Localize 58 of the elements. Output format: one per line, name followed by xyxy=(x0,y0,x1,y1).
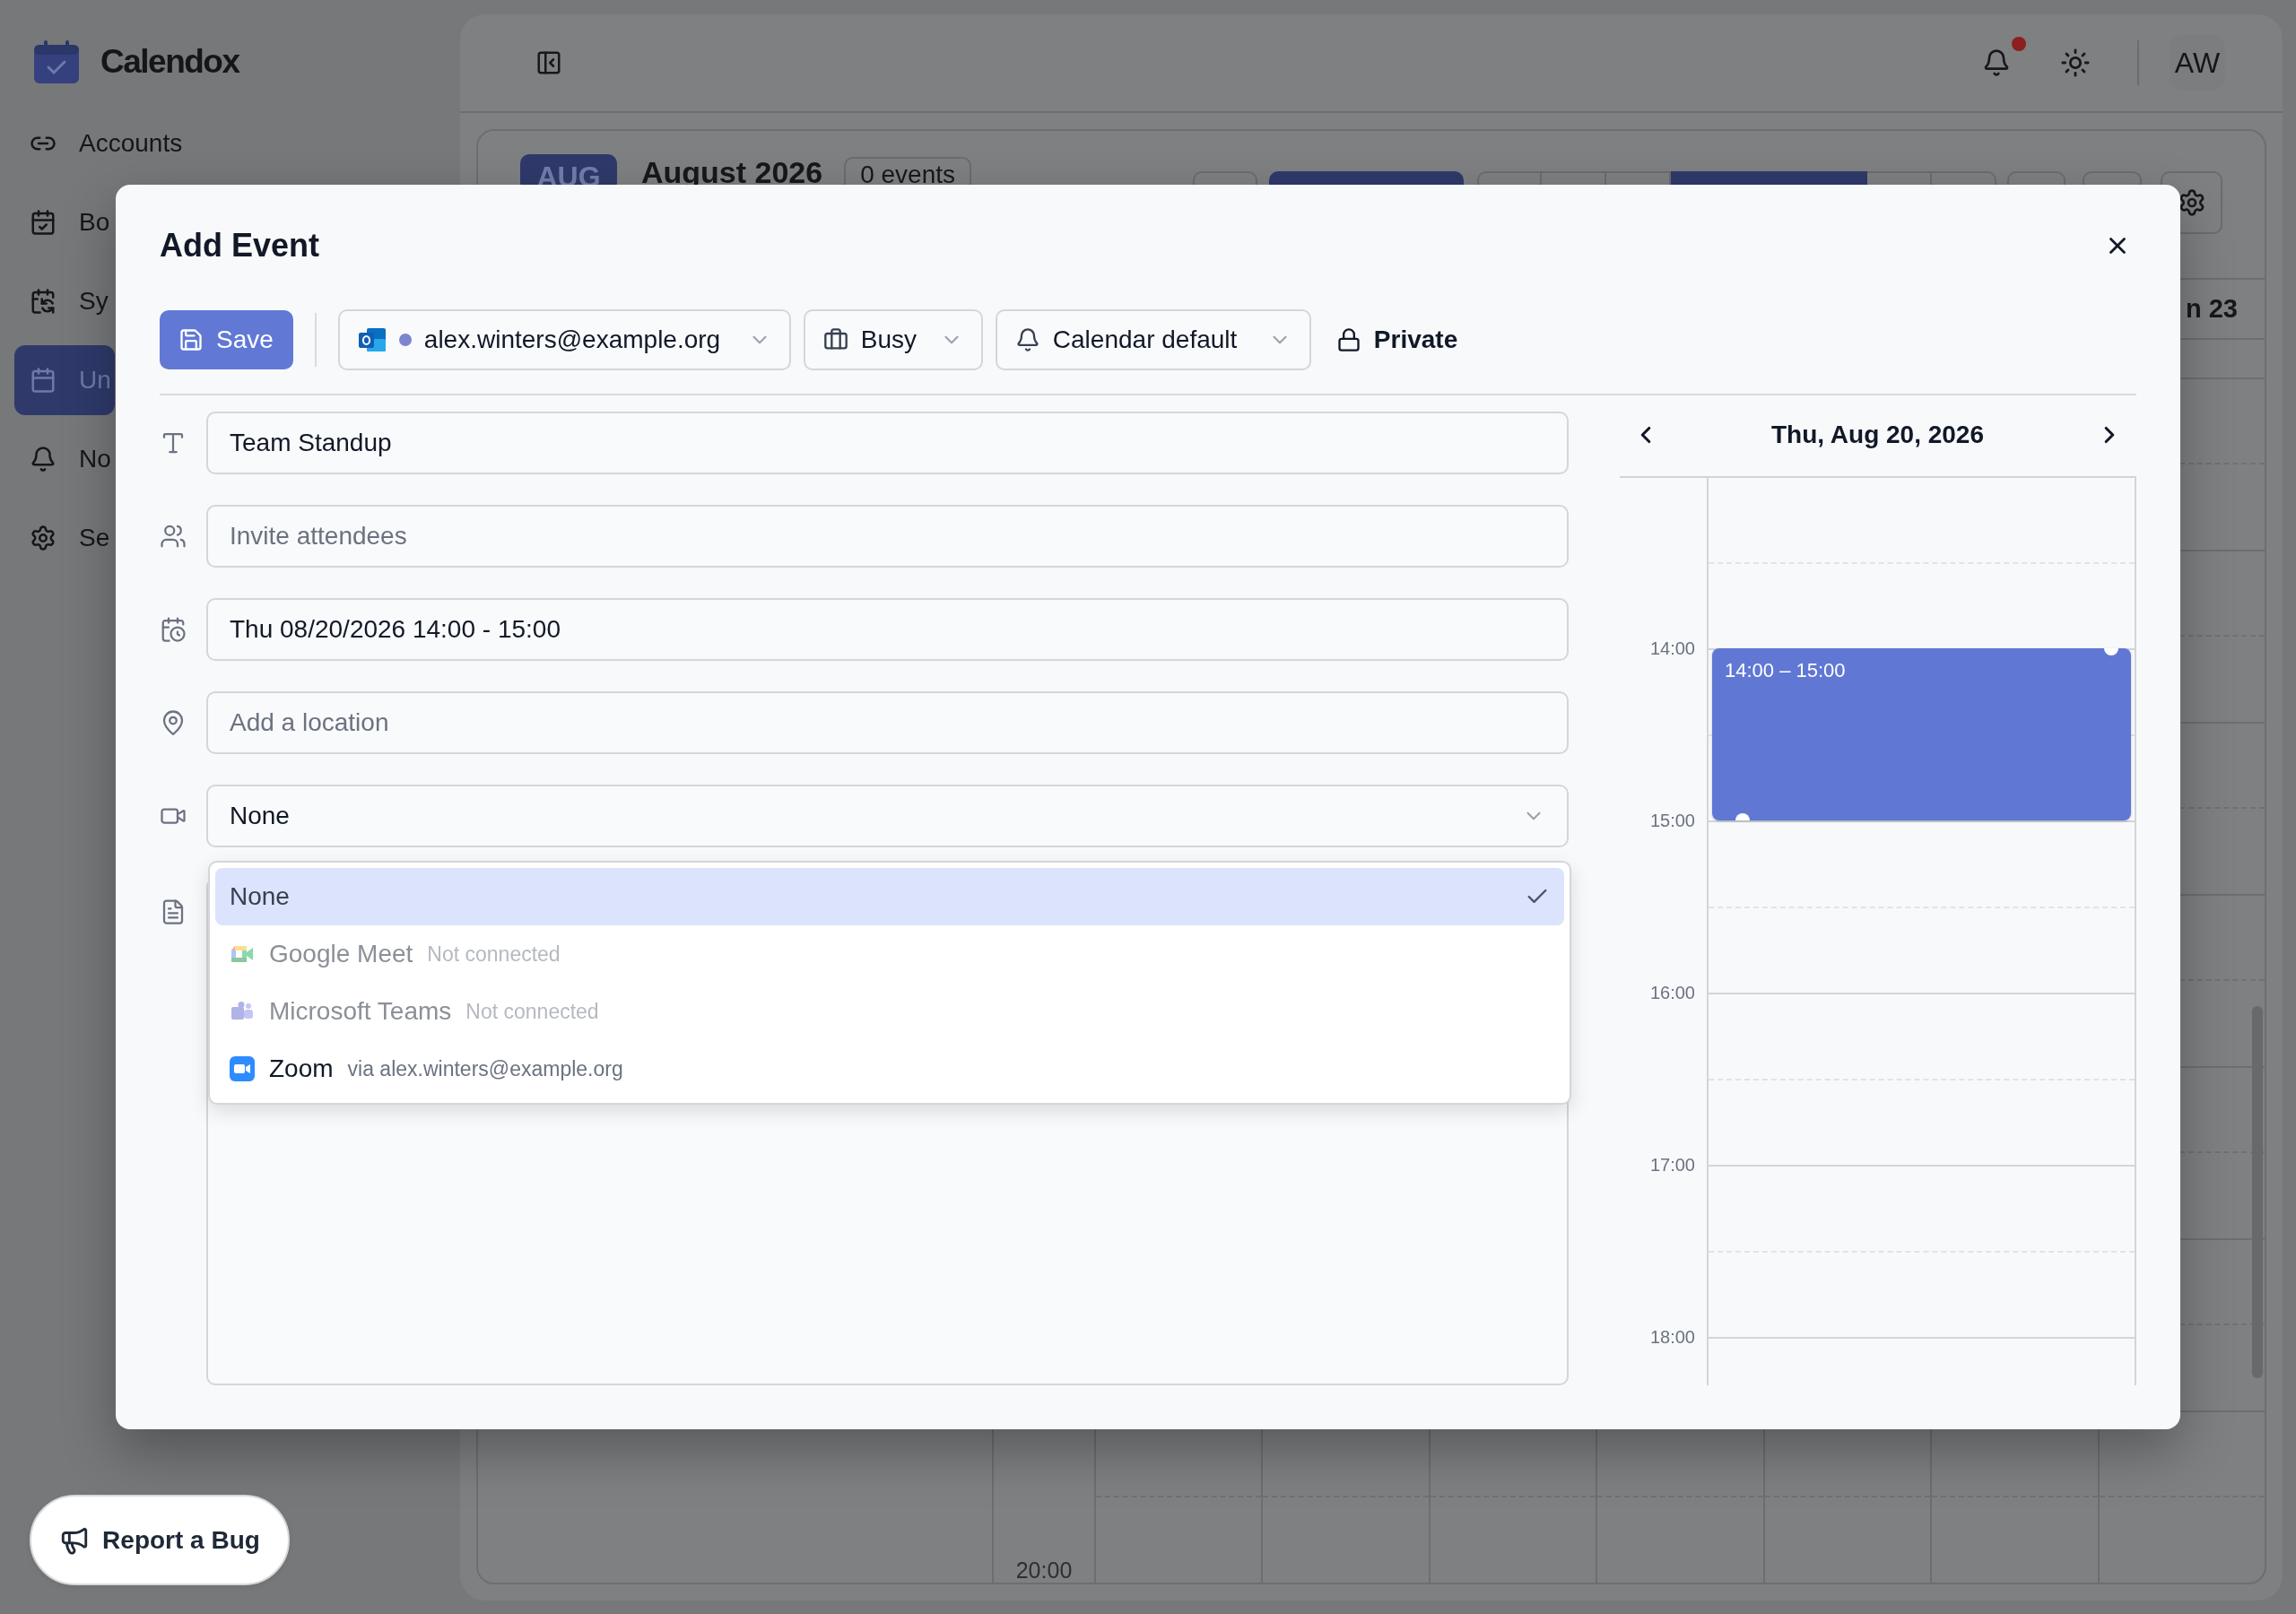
menu-option[interactable]: Zoom via alex.winters@example.org xyxy=(215,1040,1564,1098)
sidebar-item[interactable]: No xyxy=(14,424,115,494)
event-block[interactable]: 14:00 – 15:00 xyxy=(1712,648,2131,820)
reminder-select[interactable]: Calendar default xyxy=(995,309,1311,370)
menu-option[interactable]: None xyxy=(215,868,1564,925)
mail-app-icon xyxy=(357,326,387,353)
video-camera-icon xyxy=(230,1056,255,1081)
time-label: 14:00 xyxy=(1649,638,1695,659)
time-label: 15:00 xyxy=(1649,810,1695,831)
save-button[interactable]: Save xyxy=(160,310,293,369)
calendar-check-icon xyxy=(30,209,57,236)
sidebar-item[interactable]: Se xyxy=(14,503,114,573)
save-icon xyxy=(178,327,204,352)
calendar-clock-icon xyxy=(160,616,187,643)
private-toggle[interactable]: Private xyxy=(1335,325,1458,354)
app-name: Calendox xyxy=(100,43,239,81)
date-time-field[interactable]: Thu 08/20/2026 14:00 - 15:00 xyxy=(206,598,1569,661)
option-note: Not connected xyxy=(427,941,561,967)
avatar[interactable]: AW xyxy=(2170,35,2225,91)
sidebar-item[interactable]: Bo xyxy=(14,187,114,257)
time-label: 17:00 xyxy=(1649,1154,1695,1176)
availability-select[interactable]: Busy xyxy=(803,309,983,370)
resize-handle-icon[interactable] xyxy=(1735,813,1750,820)
option-note: Not connected xyxy=(465,999,599,1024)
attendees-field[interactable]: Invite attendees xyxy=(206,505,1569,568)
conference-select[interactable]: None xyxy=(206,785,1569,847)
month-title: August 2026 xyxy=(641,154,823,190)
bell-icon[interactable] xyxy=(1982,48,2011,77)
calendar-icon xyxy=(30,367,57,394)
toolbar-button[interactable] xyxy=(1671,171,1867,185)
panel-left-icon[interactable] xyxy=(535,49,562,76)
lock-icon xyxy=(1335,327,1361,352)
day-title: Thu, Aug 20, 2026 xyxy=(1771,421,1984,449)
report-bug-button[interactable]: Report a Bug xyxy=(30,1495,290,1585)
sidebar-item[interactable]: Sy xyxy=(14,266,112,336)
time-label: 18:00 xyxy=(1649,1326,1695,1348)
calendar-sync-icon xyxy=(30,288,57,315)
time-label: 20:00 xyxy=(1014,1558,1074,1583)
bell-icon xyxy=(1014,327,1040,352)
sidebar-item[interactable]: Accounts xyxy=(14,108,187,178)
day-header: n 23 xyxy=(2185,294,2238,324)
account-select[interactable]: alex.winters@example.org xyxy=(337,309,791,370)
option-note: via alex.winters@example.org xyxy=(347,1056,623,1081)
calendar-check-logo-icon xyxy=(34,40,79,83)
toolbar-button[interactable] xyxy=(1269,171,1464,185)
settings-icon xyxy=(30,525,57,551)
people-app-icon xyxy=(230,1001,255,1022)
briefcase-icon xyxy=(822,327,848,352)
location-field[interactable]: Add a location xyxy=(206,691,1569,754)
dialog-title: Add Event xyxy=(160,227,319,265)
sun-icon[interactable] xyxy=(2060,48,2091,78)
resize-handle-icon[interactable] xyxy=(2104,648,2118,655)
users-icon xyxy=(160,523,187,550)
sidebar-item[interactable]: Un xyxy=(14,345,115,415)
time-label: 16:00 xyxy=(1649,982,1695,1003)
bell-icon xyxy=(30,446,57,473)
video-camera-icon xyxy=(230,943,255,965)
title-field[interactable]: Team Standup xyxy=(206,412,1569,474)
